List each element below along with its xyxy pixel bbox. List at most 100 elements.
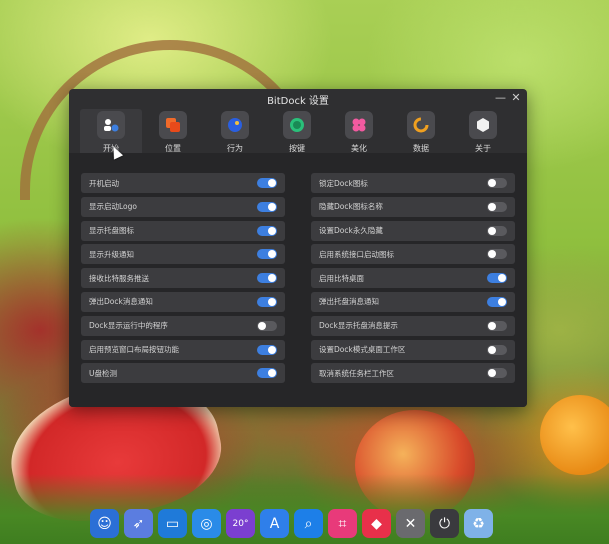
settings-right-column: 锁定Dock图标隐藏Dock图标名称 设置Dock永久隐藏启用系统接口启动图标 启用… (311, 173, 515, 387)
safari-icon[interactable]: ◎ (192, 509, 221, 538)
screenshot-icon[interactable]: ⌗ (328, 509, 357, 538)
close-button[interactable]: ✕ (511, 92, 521, 104)
setting-toggle[interactable] (257, 225, 277, 236)
setting-toggle[interactable] (257, 178, 277, 188)
setting-row[interactable]: 设置Dock模式桌面工作区 (311, 339, 515, 360)
keys-icon (283, 111, 311, 139)
setting-toggle[interactable] (487, 225, 507, 236)
setting-row[interactable]: Dock显示托盘消息提示 (311, 315, 515, 336)
setting-row[interactable]: 锁定Dock图标 (311, 173, 515, 193)
behavior-icon (221, 111, 249, 139)
setting-row[interactable]: 弹出Dock消息通知 (81, 291, 285, 312)
setting-label: 弹出托盘消息通知 (319, 297, 379, 307)
setting-toggle[interactable] (257, 249, 277, 260)
setting-label: 显示升级通知 (89, 249, 134, 259)
toggle-knob (488, 226, 496, 235)
position-icon (159, 111, 187, 139)
toggle-knob (268, 297, 276, 306)
toggle-knob (498, 274, 506, 283)
setting-toggle[interactable] (487, 296, 507, 307)
photos-icon[interactable]: ◆ (362, 509, 391, 538)
toggle-knob (268, 250, 276, 259)
setting-row[interactable]: 启用比特桌面 (311, 268, 515, 289)
settings-left-column: 开机启动显示启动Logo 显示托盘图标 显示升级通知接收比特服务推送 弹出Dock消息… (81, 173, 285, 387)
setting-toggle[interactable] (257, 296, 277, 307)
start-icon (97, 111, 125, 139)
setting-row[interactable]: 开机启动 (81, 173, 285, 193)
power-icon[interactable]: ⏻ (430, 509, 459, 538)
toggle-knob (268, 345, 276, 354)
setting-toggle[interactable] (257, 344, 277, 355)
minimize-button[interactable]: — (495, 92, 506, 104)
setting-toggle[interactable] (487, 201, 507, 212)
tab-keys[interactable]: 按键 (266, 109, 328, 155)
settings-panel: 开机启动显示启动Logo 显示托盘图标 显示升级通知接收比特服务推送 弹出Dock消息… (69, 153, 527, 407)
setting-label: 取消系统任务栏工作区 (319, 368, 394, 378)
toggle-knob (268, 226, 276, 235)
setting-toggle[interactable] (257, 273, 277, 284)
setting-row[interactable]: 设置Dock永久隐藏 (311, 220, 515, 241)
recycle-bin-icon[interactable]: ♻ (464, 509, 493, 538)
setting-row[interactable]: Dock显示运行中的程序 (81, 315, 285, 336)
toggle-knob (488, 250, 496, 259)
title-bar[interactable]: BitDock 设置 — ✕ (69, 89, 527, 109)
finder-icon[interactable]: ☺ (90, 509, 119, 538)
tab-data[interactable]: 数据 (390, 109, 452, 155)
toggle-knob (488, 321, 496, 330)
tab-beautify[interactable]: 美化 (328, 109, 390, 155)
setting-row[interactable]: 启用系统接口启动图标 (311, 244, 515, 265)
setting-label: 显示托盘图标 (89, 226, 134, 236)
wallpaper-orange (540, 395, 609, 475)
setting-label: 显示启动Logo (89, 202, 137, 212)
setting-label: Dock显示托盘消息提示 (319, 321, 398, 331)
setting-toggle[interactable] (257, 201, 277, 212)
setting-label: 启用预览窗口布局按钮功能 (89, 345, 179, 355)
toggle-knob (488, 202, 496, 211)
launchpad-icon[interactable]: ➶ (124, 509, 153, 538)
setting-label: 开机启动 (89, 178, 119, 188)
setting-label: 接收比特服务推送 (89, 273, 149, 283)
setting-toggle[interactable] (257, 320, 277, 331)
setting-label: 弹出Dock消息通知 (89, 297, 153, 307)
setting-toggle[interactable] (487, 344, 507, 355)
setting-toggle[interactable] (487, 320, 507, 331)
setting-label: Dock显示运行中的程序 (89, 321, 168, 331)
calculator-icon[interactable]: ✕ (396, 509, 425, 538)
setting-toggle[interactable] (257, 368, 277, 379)
setting-label: 设置Dock永久隐藏 (319, 226, 383, 236)
app-store-icon[interactable]: A (260, 509, 289, 538)
setting-row[interactable]: 弹出托盘消息通知 (311, 291, 515, 312)
setting-row[interactable]: 接收比特服务推送 (81, 268, 285, 289)
settings-window: BitDock 设置 — ✕ 开始 位置 行为 按键 美化 数据 关于 开机启动… (69, 89, 527, 407)
toggle-knob (488, 369, 496, 378)
setting-row[interactable]: 显示启动Logo (81, 196, 285, 217)
setting-toggle[interactable] (487, 368, 507, 379)
toggle-knob (268, 202, 276, 211)
setting-label: U盘检测 (89, 368, 117, 378)
setting-row[interactable]: U盘检测 (81, 363, 285, 384)
setting-row[interactable]: 显示升级通知 (81, 244, 285, 265)
setting-row[interactable]: 取消系统任务栏工作区 (311, 363, 515, 384)
setting-label: 启用比特桌面 (319, 273, 364, 283)
setting-toggle[interactable] (487, 273, 507, 284)
setting-label: 锁定Dock图标 (319, 178, 368, 188)
desktop-icon[interactable]: ▭ (158, 509, 187, 538)
setting-label: 隐藏Dock图标名称 (319, 202, 383, 212)
setting-row[interactable]: 显示托盘图标 (81, 220, 285, 241)
setting-toggle[interactable] (487, 249, 507, 260)
tab-bar: 开始 位置 行为 按键 美化 数据 关于 (69, 109, 527, 155)
toggle-knob (488, 345, 496, 354)
tab-behavior[interactable]: 行为 (204, 109, 266, 155)
setting-label: 启用系统接口启动图标 (319, 249, 394, 259)
tab-about[interactable]: 关于 (452, 109, 514, 155)
setting-row[interactable]: 启用预览窗口布局按钮功能 (81, 339, 285, 360)
data-icon (407, 111, 435, 139)
setting-row[interactable]: 隐藏Dock图标名称 (311, 196, 515, 217)
tab-position[interactable]: 位置 (142, 109, 204, 155)
search-icon[interactable]: ⌕ (294, 509, 323, 538)
toggle-knob (498, 297, 506, 306)
setting-label: 设置Dock模式桌面工作区 (319, 345, 406, 355)
weather-icon[interactable]: 20° (226, 509, 255, 538)
setting-toggle[interactable] (487, 178, 507, 188)
window-title: BitDock 设置 (267, 95, 329, 107)
